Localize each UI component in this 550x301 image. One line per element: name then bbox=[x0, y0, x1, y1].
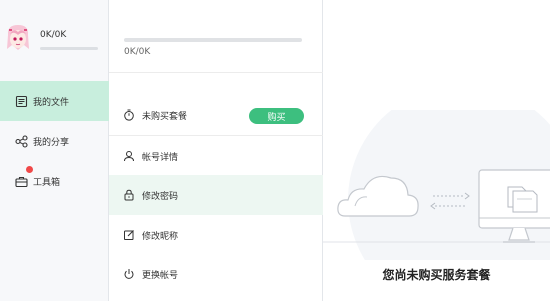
menu-item-label: 修改密码 bbox=[142, 191, 179, 202]
menu-item-label: 修改昵称 bbox=[142, 231, 179, 242]
menu-item-change-nickname[interactable]: 修改昵称 bbox=[109, 215, 323, 255]
user-quota: 0K/0K bbox=[40, 30, 67, 40]
package-label: 未购买套餐 bbox=[142, 111, 188, 122]
sidebar-item-my-files[interactable]: 我的文件 bbox=[0, 81, 109, 121]
storage-bar bbox=[124, 38, 302, 42]
menu-item-label: 更换帐号 bbox=[142, 270, 179, 281]
notification-badge bbox=[26, 166, 33, 173]
avatar[interactable] bbox=[5, 23, 31, 53]
power-icon bbox=[123, 268, 135, 280]
buy-button[interactable]: 购买 bbox=[249, 108, 304, 124]
file-icon bbox=[14, 94, 28, 108]
sidebar-item-toolbox[interactable]: 工具箱 bbox=[0, 161, 109, 201]
storage-quota: 0K/0K bbox=[124, 47, 151, 57]
lock-icon bbox=[123, 189, 135, 201]
user-icon bbox=[123, 150, 135, 162]
toolbox-icon bbox=[14, 174, 28, 188]
sidebar-item-label: 工具箱 bbox=[33, 177, 61, 188]
sidebar-item-label: 我的分享 bbox=[33, 137, 70, 148]
user-quota-bar bbox=[40, 47, 98, 50]
menu-item-change-password[interactable]: 修改密码 bbox=[109, 175, 323, 215]
empty-state-panel: 您尚未购买服务套餐 bbox=[323, 0, 550, 301]
sidebar-item-label: 我的文件 bbox=[33, 97, 70, 108]
divider bbox=[109, 72, 323, 73]
cloud-sync-illustration bbox=[323, 110, 550, 260]
menu-item-label: 帐号详情 bbox=[142, 152, 179, 163]
sidebar: 0K/0K 我的文件 我的分享 工具箱 bbox=[0, 0, 109, 301]
user-panel: 0K/0K bbox=[0, 0, 109, 72]
menu-item-switch-account[interactable]: 更换帐号 bbox=[109, 254, 323, 294]
empty-state-message: 您尚未购买服务套餐 bbox=[382, 268, 491, 282]
edit-icon bbox=[123, 229, 135, 241]
share-icon bbox=[14, 134, 28, 148]
stopwatch-icon bbox=[123, 109, 135, 121]
menu-item-account-details[interactable]: 帐号详情 bbox=[109, 136, 323, 176]
package-row: 未购买套餐 购买 bbox=[109, 95, 323, 135]
account-panel: 0K/0K 未购买套餐 购买 帐号详情 修改密码 修改昵称 更换帐号 bbox=[109, 0, 323, 301]
sidebar-nav: 我的文件 我的分享 工具箱 bbox=[0, 81, 109, 201]
sidebar-item-my-shares[interactable]: 我的分享 bbox=[0, 121, 109, 161]
